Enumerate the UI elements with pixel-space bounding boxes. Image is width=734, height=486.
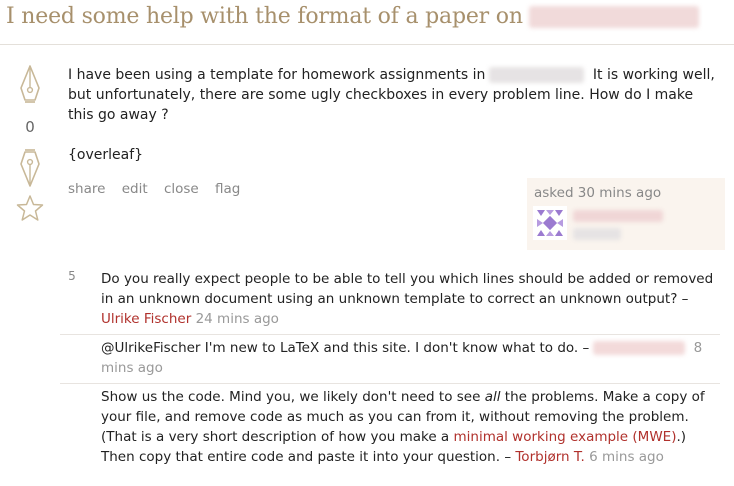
tag-overleaf[interactable]: {overleaf} [68,147,143,163]
vote-count: 0 [25,118,35,136]
post-owner-card: asked 30 mins ago [527,178,725,250]
post-menu: share edit close flag [68,181,252,197]
comment-user-link[interactable]: Ulrike Fischer [101,311,191,327]
close-link[interactable]: close [164,181,199,197]
flag-link[interactable]: flag [215,181,240,197]
upvote-pen-icon[interactable] [17,64,43,106]
comment-text: Show us the code. Mind you, we likely do… [101,389,485,405]
question-body: I have been using a template for homewor… [68,65,720,125]
comment-text: Do you really expect people to be able t… [101,271,714,307]
comment-item: 5 Do you really expect people to be able… [60,266,720,334]
favorite-star-icon[interactable] [16,194,44,222]
comment-item: @UlrikeFischer I'm new to LaTeX and this… [60,334,720,383]
title-divider [0,44,734,45]
comment-dash: – [681,291,689,307]
comment-user-link[interactable]: Torbjørn T. [515,449,584,465]
edit-link[interactable]: edit [122,181,148,197]
downvote-pen-icon[interactable] [17,146,43,188]
question-title[interactable]: I need some help with the format of a pa… [6,4,699,29]
question-body-text-1: I have been using a template for homewor… [68,67,486,83]
redacted-comment-user [593,341,686,355]
redacted-body-term [489,67,585,83]
redacted-username [573,210,663,222]
comment-time: 24 mins ago [195,311,279,327]
comment-body: @UlrikeFischer I'm new to LaTeX and this… [101,335,720,383]
comments-list: 5 Do you really expect people to be able… [60,266,720,472]
user-avatar-icon[interactable] [533,206,567,240]
redacted-reputation [573,228,621,240]
asked-time: asked 30 mins ago [534,185,662,201]
comment-item: Show us the code. Mind you, we likely do… [60,383,720,472]
comment-body: Show us the code. Mind you, we likely do… [101,384,720,472]
comment-dash: – [504,449,512,465]
comment-emphasis: all [484,389,501,405]
comment-time: 6 mins ago [589,449,664,465]
vote-cell: 0 [10,64,50,222]
share-link[interactable]: share [68,181,105,197]
mwe-link[interactable]: minimal working example (MWE) [454,429,677,445]
redacted-title-term [528,6,699,28]
comment-score: 5 [68,269,76,283]
comment-body: Do you really expect people to be able t… [101,266,720,334]
comment-text: @UlrikeFischer I'm new to LaTeX and this… [101,340,590,356]
question-title-text[interactable]: I need some help with the format of a pa… [6,4,523,29]
tag-list: {overleaf} [68,147,143,163]
